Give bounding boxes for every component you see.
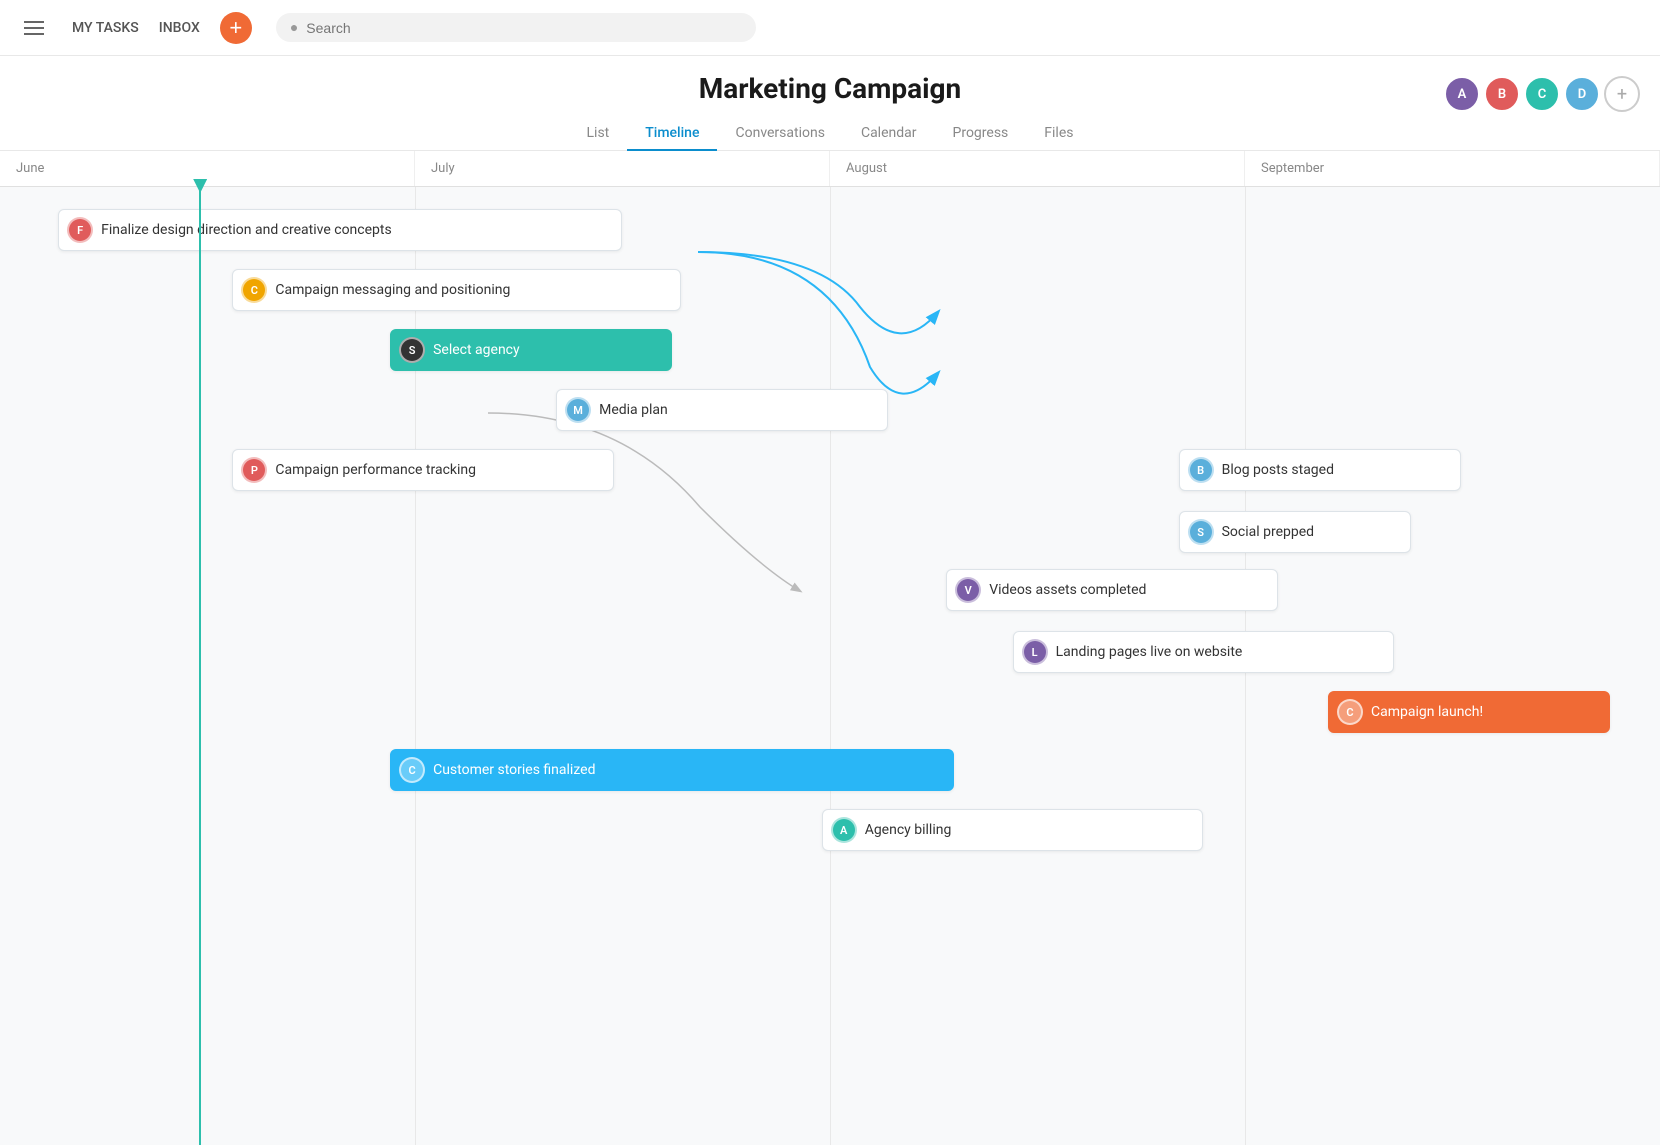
tab-files[interactable]: Files — [1026, 117, 1091, 151]
tab-progress[interactable]: Progress — [935, 117, 1027, 151]
task-avatar-t8: V — [955, 577, 981, 603]
task-finalize-design[interactable]: F Finalize design direction and creative… — [58, 209, 622, 251]
task-label-t3: Select agency — [433, 342, 520, 358]
task-avatar-t11: C — [399, 757, 425, 783]
tab-calendar[interactable]: Calendar — [843, 117, 935, 151]
task-label-t12: Agency billing — [865, 822, 952, 838]
my-tasks-link[interactable]: MY TASKS — [72, 20, 139, 36]
task-videos-assets[interactable]: V Videos assets completed — [946, 569, 1278, 611]
month-header-row: June July August September — [0, 151, 1660, 187]
task-avatar-t3: S — [399, 337, 425, 363]
task-avatar-t6: B — [1188, 457, 1214, 483]
avatar-4: D — [1564, 76, 1600, 112]
avatar-2: B — [1484, 76, 1520, 112]
task-campaign-performance[interactable]: P Campaign performance tracking — [232, 449, 614, 491]
project-title: Marketing Campaign — [0, 72, 1660, 105]
task-agency-billing[interactable]: A Agency billing — [822, 809, 1204, 851]
task-blog-posts[interactable]: B Blog posts staged — [1179, 449, 1461, 491]
today-line — [199, 187, 201, 1145]
search-icon: ● — [290, 19, 298, 36]
month-august: August — [830, 151, 1245, 186]
task-avatar-t10: C — [1337, 699, 1363, 725]
avatar-1: A — [1444, 76, 1480, 112]
month-june: June — [0, 151, 415, 186]
task-label-t5: Campaign performance tracking — [275, 462, 476, 478]
top-navigation: MY TASKS INBOX + ● — [0, 0, 1660, 56]
month-july: July — [415, 151, 830, 186]
task-avatar-t5: P — [241, 457, 267, 483]
july-aug-divider — [830, 187, 831, 1145]
task-avatar-t12: A — [831, 817, 857, 843]
month-september: September — [1245, 151, 1660, 186]
task-label-t1: Finalize design direction and creative c… — [101, 222, 392, 238]
search-bar: ● — [276, 13, 756, 42]
task-avatar-t2: C — [241, 277, 267, 303]
task-avatar-t1: F — [67, 217, 93, 243]
add-button[interactable]: + — [220, 12, 252, 44]
task-social-prepped[interactable]: S Social prepped — [1179, 511, 1411, 553]
tab-timeline[interactable]: Timeline — [627, 117, 717, 151]
search-input[interactable] — [306, 20, 742, 36]
task-campaign-launch[interactable]: C Campaign launch! — [1328, 691, 1610, 733]
timeline-container: June July August September — [0, 151, 1660, 1145]
project-header: A B C D + Marketing Campaign List Timeli… — [0, 56, 1660, 151]
task-landing-pages[interactable]: L Landing pages live on website — [1013, 631, 1395, 673]
task-label-t7: Social prepped — [1222, 524, 1314, 540]
task-label-t6: Blog posts staged — [1222, 462, 1334, 478]
tab-list[interactable]: List — [569, 117, 628, 151]
task-campaign-messaging[interactable]: C Campaign messaging and positioning — [232, 269, 680, 311]
menu-button[interactable] — [16, 13, 52, 43]
tab-conversations[interactable]: Conversations — [717, 117, 842, 151]
task-media-plan[interactable]: M Media plan — [556, 389, 888, 431]
task-label-t8: Videos assets completed — [989, 582, 1146, 598]
task-label-t11: Customer stories finalized — [433, 762, 595, 778]
avatar-3: C — [1524, 76, 1560, 112]
team-avatars: A B C D + — [1444, 76, 1640, 112]
task-label-t10: Campaign launch! — [1371, 704, 1483, 720]
task-label-t2: Campaign messaging and positioning — [275, 282, 510, 298]
task-avatar-t4: M — [565, 397, 591, 423]
task-select-agency[interactable]: S Select agency — [390, 329, 672, 371]
task-customer-stories[interactable]: C Customer stories finalized — [390, 749, 954, 791]
task-avatar-t7: S — [1188, 519, 1214, 545]
task-label-t9: Landing pages live on website — [1056, 644, 1243, 660]
project-tabs: List Timeline Conversations Calendar Pro… — [0, 117, 1660, 150]
add-member-button[interactable]: + — [1604, 76, 1640, 112]
inbox-link[interactable]: INBOX — [159, 20, 200, 36]
task-label-t4: Media plan — [599, 402, 668, 418]
task-avatar-t9: L — [1022, 639, 1048, 665]
timeline-inner: F Finalize design direction and creative… — [0, 187, 1660, 1145]
